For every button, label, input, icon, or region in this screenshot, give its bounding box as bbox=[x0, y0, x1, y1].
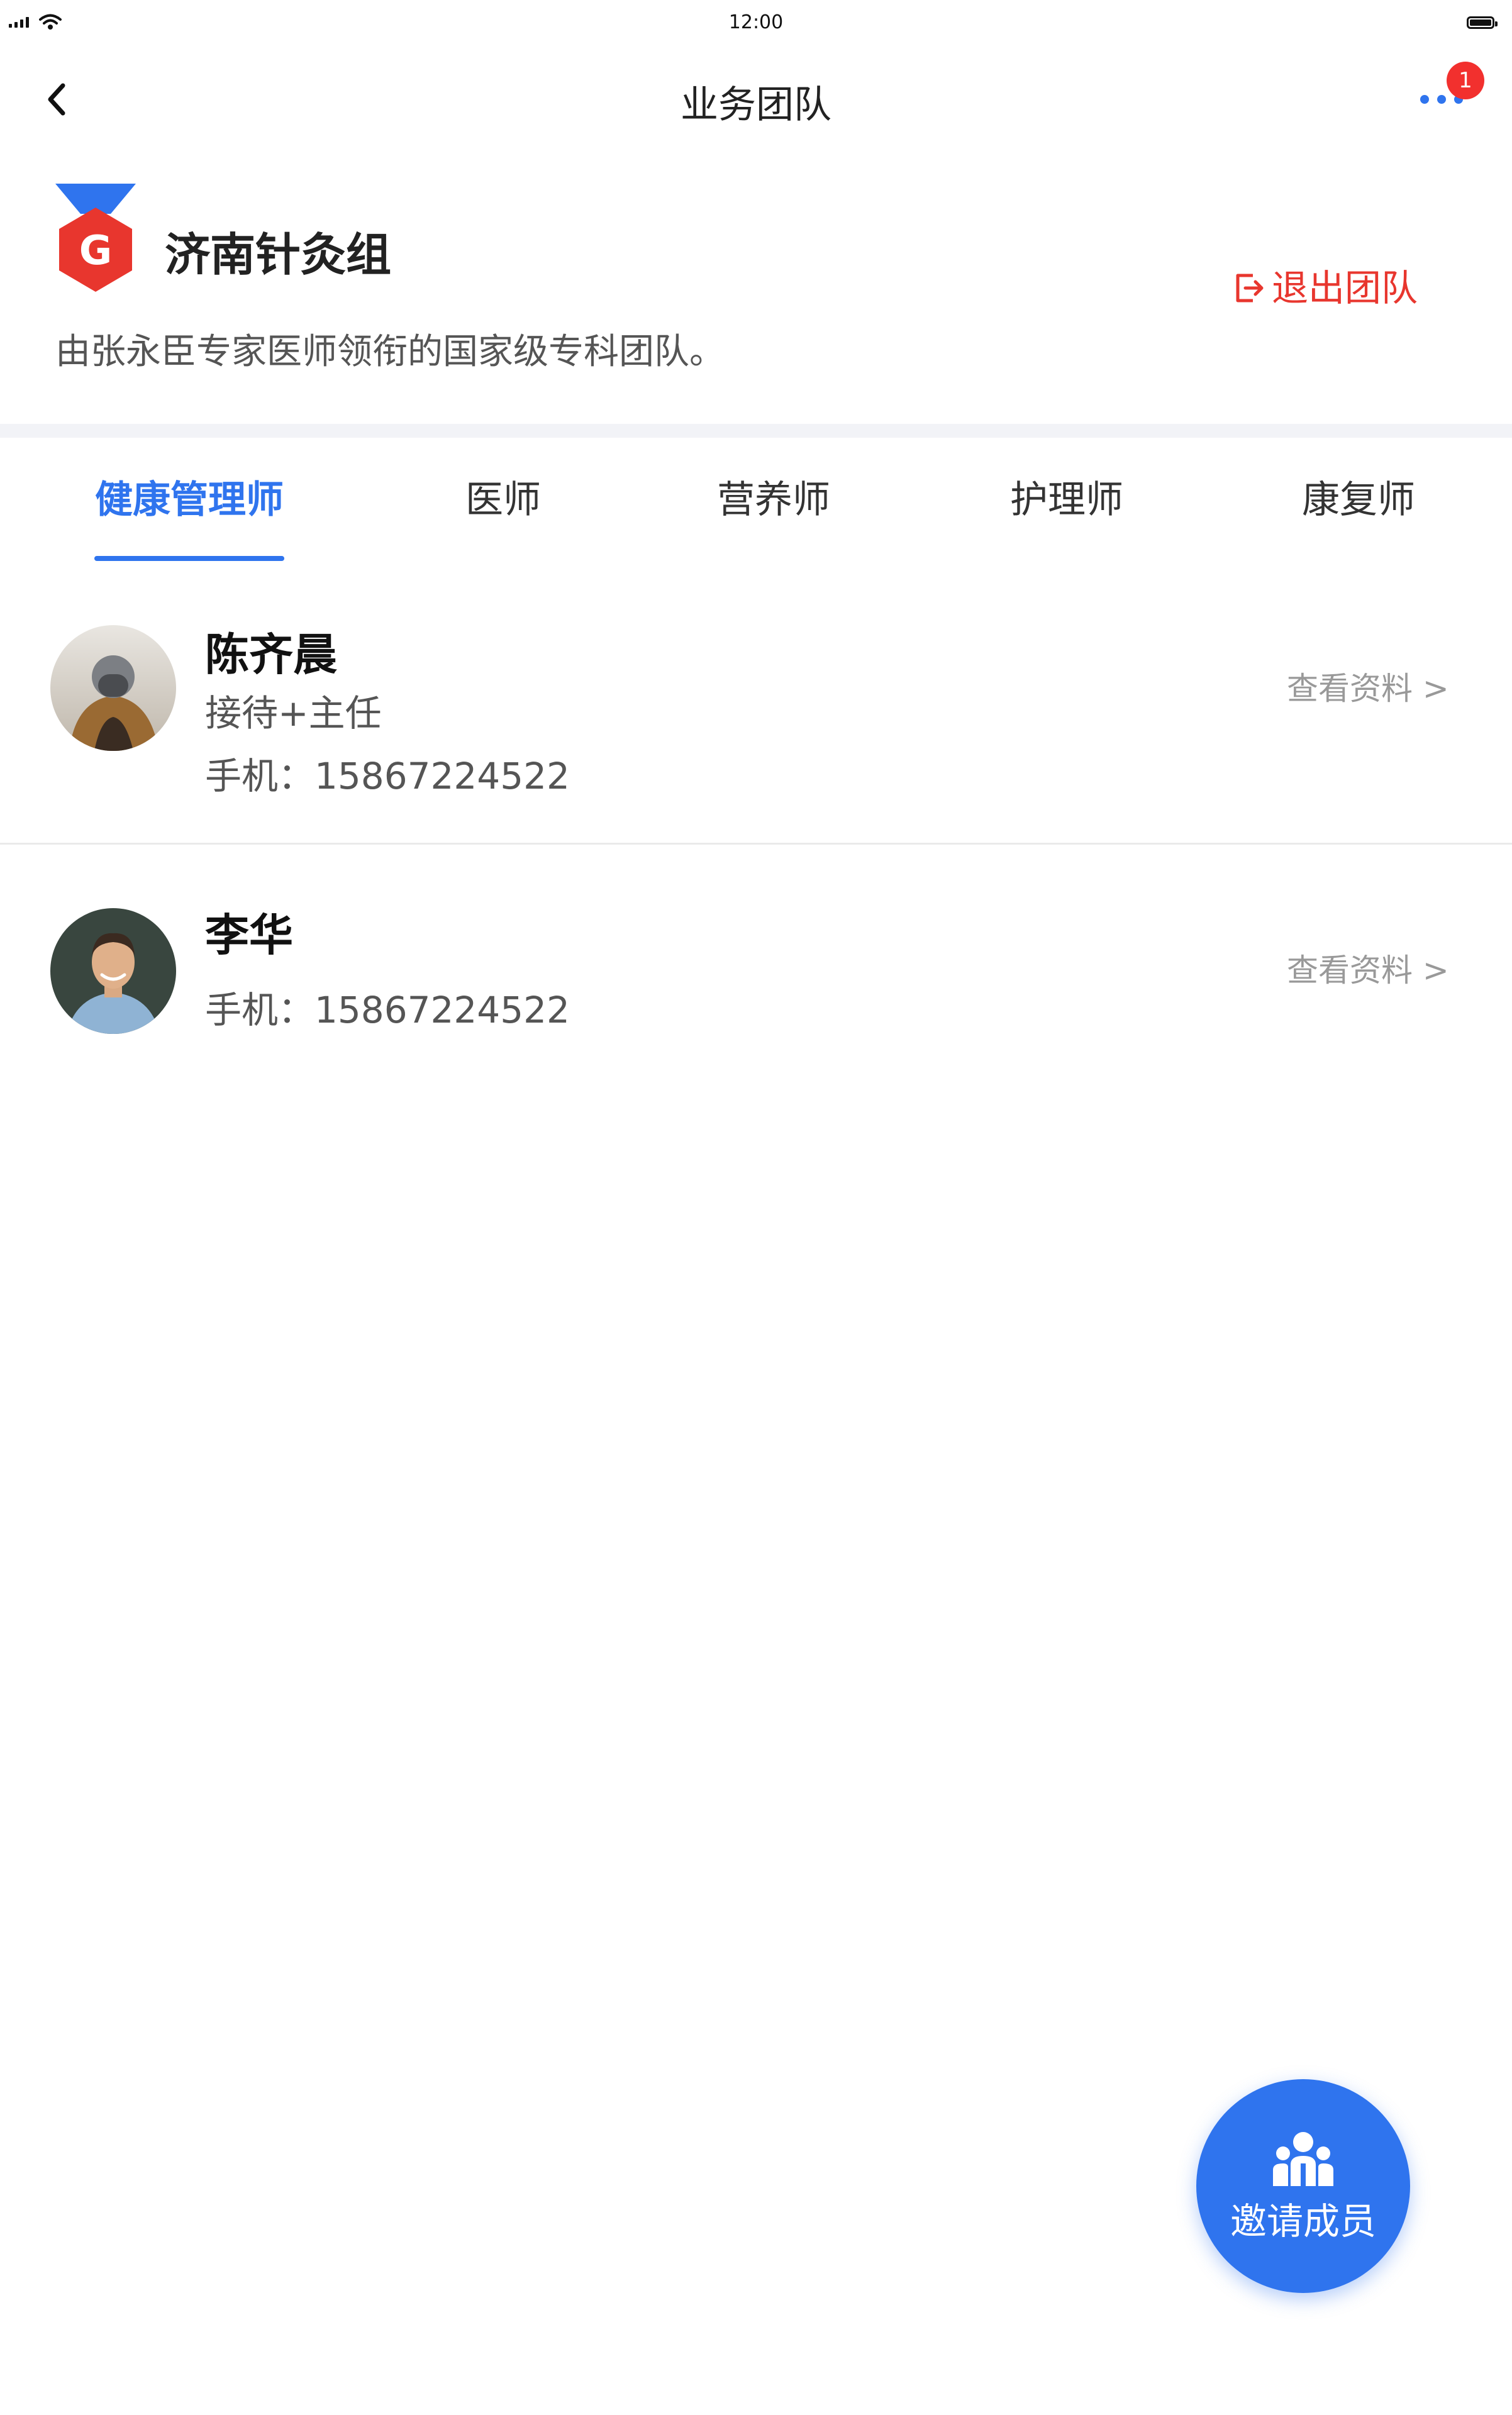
active-tab-indicator bbox=[94, 556, 284, 561]
team-badge-icon: G bbox=[55, 184, 136, 292]
avatar bbox=[50, 625, 176, 751]
tab-physician[interactable]: 医师 bbox=[434, 473, 572, 527]
row-divider bbox=[0, 843, 1512, 845]
tab-nurse[interactable]: 护理师 bbox=[991, 473, 1142, 527]
page-title: 业务团队 bbox=[681, 83, 831, 127]
leave-team-label: 退出团队 bbox=[1272, 267, 1418, 309]
tab-rehabilitation[interactable]: 康复师 bbox=[1283, 473, 1434, 527]
team-name: 济南针灸组 bbox=[165, 228, 392, 281]
tab-health-manager[interactable]: 健康管理师 bbox=[88, 473, 291, 527]
view-profile-link[interactable]: 查看资料 > bbox=[1287, 948, 1449, 992]
invite-member-button[interactable]: 邀请成员 bbox=[1196, 2079, 1410, 2293]
member-name: 李华 bbox=[205, 909, 293, 961]
invite-member-label: 邀请成员 bbox=[1230, 2200, 1376, 2243]
battery-icon bbox=[1467, 16, 1498, 29]
tab-nutritionist[interactable]: 营养师 bbox=[698, 473, 849, 527]
exit-icon bbox=[1236, 274, 1264, 303]
team-logo-letter: G bbox=[79, 228, 113, 274]
view-profile-link[interactable]: 查看资料 > bbox=[1287, 667, 1449, 711]
section-divider bbox=[0, 424, 1512, 438]
notification-badge: 1 bbox=[1447, 62, 1484, 99]
leave-team-button[interactable]: 退出团队 bbox=[1234, 263, 1418, 313]
team-description: 由张永臣专家医师领衔的国家级专科团队。 bbox=[55, 331, 725, 372]
member-phone: 手机：15867224522 bbox=[205, 755, 570, 797]
member-role: 接待+主任 bbox=[205, 692, 382, 735]
group-icon bbox=[1273, 2132, 1333, 2186]
member-phone: 手机：15867224522 bbox=[205, 989, 570, 1031]
avatar bbox=[50, 908, 176, 1034]
member-name: 陈齐晨 bbox=[205, 629, 337, 680]
status-time: 12:00 bbox=[728, 11, 784, 33]
